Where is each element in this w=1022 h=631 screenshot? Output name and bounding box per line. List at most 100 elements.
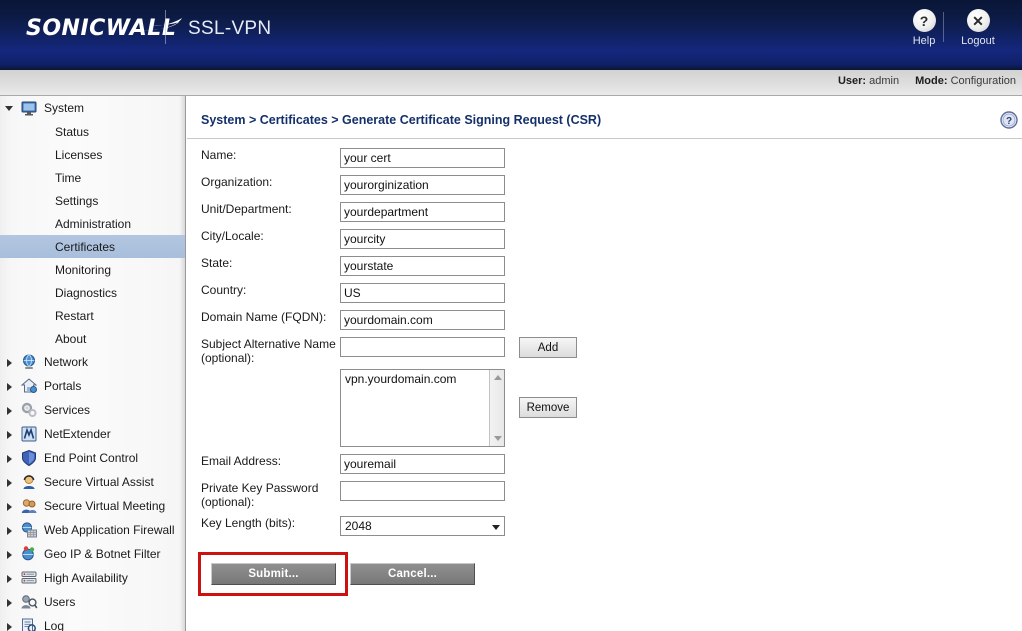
sidebar-item-diagnostics[interactable]: Diagnostics: [0, 281, 185, 304]
sidebar-group-label: Secure Virtual Meeting: [44, 499, 165, 513]
sidebar-item-about[interactable]: About: [0, 327, 185, 350]
sidebar-group-label: System: [44, 101, 84, 115]
sidebar-item-administration[interactable]: Administration: [0, 212, 185, 235]
chevron-right-icon[interactable]: [7, 431, 12, 439]
sidebar-group-network[interactable]: Network: [0, 350, 185, 374]
input-organization[interactable]: [340, 175, 505, 195]
sidebar-item-label: Monitoring: [0, 263, 111, 277]
field-label-text: Email Address:: [201, 454, 281, 468]
chevron-right-icon[interactable]: [7, 527, 12, 535]
sidebar-group-high-availability[interactable]: High Availability: [0, 566, 185, 590]
sidebar-group-label: Services: [44, 403, 90, 417]
sidebar-item-label: About: [0, 332, 86, 346]
san-input-row: Subject Alternative Name(optional): Add: [187, 337, 1022, 365]
sidebar-group-web-application-firewall[interactable]: Web Application Firewall: [0, 518, 185, 542]
close-icon: ✕: [967, 9, 990, 32]
input-city-locale[interactable]: [340, 229, 505, 249]
sidebar-item-settings[interactable]: Settings: [0, 189, 185, 212]
status-mode-value: Configuration: [951, 75, 1016, 87]
chevron-right-icon[interactable]: [7, 551, 12, 559]
field-label-key-length: Key Length (bits):: [187, 516, 340, 530]
sidebar-group-portals[interactable]: Portals: [0, 374, 185, 398]
status-mode-key: Mode:: [915, 75, 947, 87]
cancel-button[interactable]: Cancel...: [350, 563, 475, 585]
help-circle-icon[interactable]: ?: [1000, 111, 1018, 129]
chevron-right-icon[interactable]: [7, 599, 12, 607]
csr-form: Name:Organization:Unit/Department:City/L…: [187, 148, 1022, 585]
logout-button-label: Logout: [951, 35, 1005, 47]
san-input[interactable]: [340, 337, 505, 357]
sonicwall-logo: SONICWALL: [26, 16, 176, 41]
sidebar-item-certificates[interactable]: Certificates: [0, 235, 185, 258]
input-unit-department[interactable]: [340, 202, 505, 222]
sidebar-group-secure-virtual-meeting[interactable]: Secure Virtual Meeting: [0, 494, 185, 518]
scroll-up-arrow-icon[interactable]: [490, 370, 505, 385]
chevron-right-icon[interactable]: [7, 479, 12, 487]
sidebar-group-geo-ip-botnet-filter[interactable]: Geo IP & Botnet Filter: [0, 542, 185, 566]
sidebar-item-restart[interactable]: Restart: [0, 304, 185, 327]
san-list-row: vpn.yourdomain.com Remove: [187, 369, 1022, 447]
sidebar-item-time[interactable]: Time: [0, 166, 185, 189]
key-length-selected-value: 2048: [341, 519, 372, 533]
key-length-select[interactable]: 2048: [340, 516, 505, 536]
list-item[interactable]: vpn.yourdomain.com: [341, 370, 504, 388]
chevron-down-icon[interactable]: [492, 525, 500, 530]
sidebar-group-netextender[interactable]: NetExtender: [0, 422, 185, 446]
status-mode: Mode: Configuration: [915, 75, 1016, 87]
sidebar-group-users[interactable]: Users: [0, 590, 185, 614]
scroll-down-arrow-icon[interactable]: [490, 431, 505, 446]
sidebar-item-status[interactable]: Status: [0, 120, 185, 143]
sidebar-group-end-point-control[interactable]: End Point Control: [0, 446, 185, 470]
people-icon: [20, 497, 38, 515]
field-label-text-line2: (optional):: [201, 351, 340, 365]
chevron-right-icon[interactable]: [7, 455, 12, 463]
sidebar-item-licenses[interactable]: Licenses: [0, 143, 185, 166]
chevron-right-icon[interactable]: [7, 359, 12, 367]
chevron-right-icon[interactable]: [7, 575, 12, 583]
globe-wall-icon: [20, 521, 38, 539]
status-bar: User: admin Mode: Configuration: [0, 70, 1022, 96]
sidebar-group-log[interactable]: Log: [0, 614, 185, 631]
sidebar-group-label: Geo IP & Botnet Filter: [44, 547, 161, 561]
input-private-key-password[interactable]: [340, 481, 505, 501]
shield-icon: [20, 449, 38, 467]
field-label-state: State:: [187, 256, 340, 270]
sidebar-group-system[interactable]: System: [0, 96, 185, 120]
san-list-box[interactable]: vpn.yourdomain.com: [340, 369, 505, 447]
sidebar-item-label: Restart: [0, 309, 94, 323]
sidebar-nav[interactable]: System StatusLicensesTimeSettingsAdminist…: [0, 96, 186, 631]
chevron-right-icon[interactable]: [7, 383, 12, 391]
content-divider: [187, 138, 1022, 139]
sidebar-group-label: High Availability: [44, 571, 128, 585]
form-row: Email Address:: [187, 454, 1022, 474]
chevron-right-icon[interactable]: [7, 503, 12, 511]
san-list-scrollbar[interactable]: [489, 370, 504, 446]
submit-highlight-annotation: [198, 552, 348, 596]
field-label-text: Country:: [201, 283, 246, 297]
field-label-text-line2: (optional):: [201, 495, 340, 509]
input-country[interactable]: [340, 283, 505, 303]
field-label-private-key-password: Private Key Password(optional):: [187, 481, 340, 509]
sidebar-group-label: Users: [44, 595, 75, 609]
chevron-down-icon[interactable]: [5, 106, 13, 111]
input-domain-name-fqdn[interactable]: [340, 310, 505, 330]
input-email-address[interactable]: [340, 454, 505, 474]
add-san-button[interactable]: Add: [519, 337, 577, 358]
chevron-right-icon[interactable]: [7, 407, 12, 415]
field-label-text: Domain Name (FQDN):: [201, 310, 326, 324]
input-state[interactable]: [340, 256, 505, 276]
field-label-subject-alternative-name: Subject Alternative Name(optional):: [187, 337, 340, 365]
breadcrumb: System > Certificates > Generate Certifi…: [201, 113, 601, 127]
field-label-name: Name:: [187, 148, 340, 162]
field-label-text: Private Key Password: [201, 481, 318, 495]
field-label-text: Unit/Department:: [201, 202, 292, 216]
sidebar-group-label: End Point Control: [44, 451, 138, 465]
logout-button[interactable]: ✕ Logout: [951, 9, 1005, 47]
remove-san-button[interactable]: Remove: [519, 397, 577, 418]
chevron-right-icon[interactable]: [7, 623, 12, 631]
sidebar-group-services[interactable]: Services: [0, 398, 185, 422]
form-row: Domain Name (FQDN):: [187, 310, 1022, 330]
sidebar-group-secure-virtual-assist[interactable]: Secure Virtual Assist: [0, 470, 185, 494]
sidebar-item-monitoring[interactable]: Monitoring: [0, 258, 185, 281]
input-name[interactable]: [340, 148, 505, 168]
